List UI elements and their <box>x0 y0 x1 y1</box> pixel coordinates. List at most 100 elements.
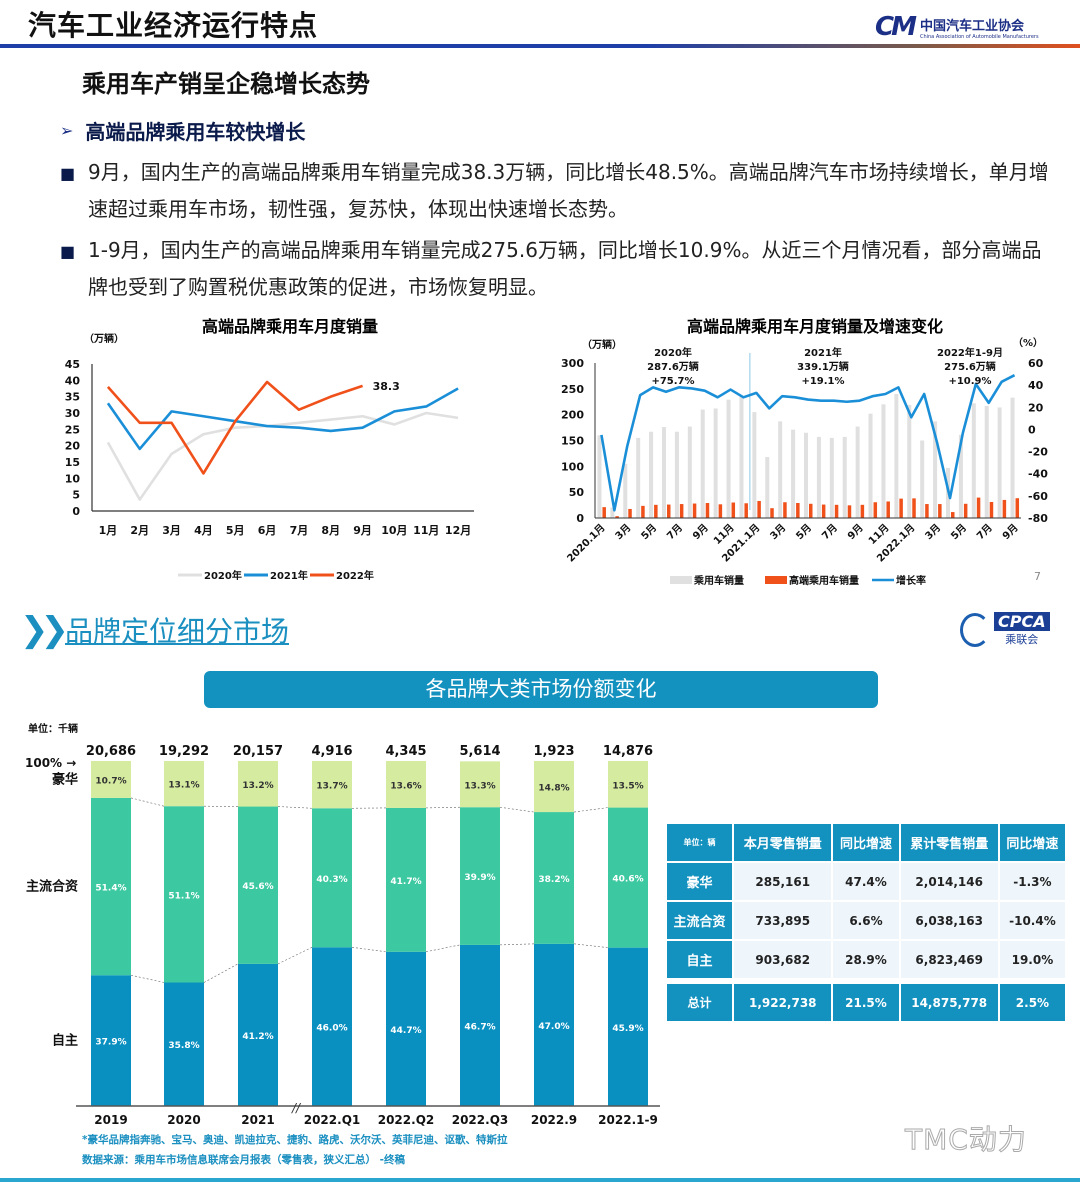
y-tick-label: 5 <box>72 489 80 502</box>
caam-logo-cn: 中国汽车工业协会 <box>919 18 1024 34</box>
bullet-text: 1-9月，国内生产的高端品牌乘用车销量完成275.6万辆，同比增长10.9%。从… <box>88 238 1042 299</box>
bar-premium-sales <box>912 498 916 518</box>
y-tick-label: 150 <box>561 435 584 448</box>
segment-label: 45.9% <box>612 1024 643 1034</box>
table-header-row: 单位：辆 本月零售销量 同比增速 累计零售销量 同比增速 <box>666 823 1066 862</box>
section1-heading-text: 高端品牌乘用车较快增长 <box>85 120 306 144</box>
connector-line <box>277 947 313 965</box>
y2-tick-label: -20 <box>1028 446 1048 459</box>
bar-premium-sales <box>602 507 606 518</box>
y-tick-label: 250 <box>561 383 584 396</box>
table-cell: 6,038,163 <box>899 901 999 940</box>
chart2-y2label: （%） <box>1013 336 1043 349</box>
x-tick-label: 5月 <box>226 524 245 537</box>
x-tick-label: 5月 <box>949 522 969 542</box>
table-cell: 47.4% <box>832 862 900 901</box>
segment-label: 35.8% <box>168 1041 199 1051</box>
bar-premium-sales <box>809 503 813 518</box>
segment-label: 40.6% <box>612 875 643 885</box>
bar-passenger-car-sales <box>791 429 796 518</box>
bullet-point: ■ 1-9月，国内生产的高端品牌乘用车销量完成275.6万辆，同比增长10.9%… <box>60 232 1050 306</box>
x-tick-label: 2021 <box>241 1113 274 1127</box>
table-header-cell: 本月零售销量 <box>733 823 833 862</box>
y2-tick-label: 0 <box>1028 423 1036 436</box>
bar-passenger-car-sales <box>855 426 860 518</box>
bar-premium-sales <box>744 503 748 518</box>
bar-premium-sales <box>989 501 994 518</box>
connector-line <box>130 974 165 983</box>
segment-label: 41.7% <box>390 877 421 887</box>
chart2-title: 高端品牌乘用车月度销量及增速变化 <box>687 317 943 336</box>
x-tick-label: 2020.1月 <box>565 522 608 565</box>
cpca-logo-en: CPCA <box>994 612 1050 631</box>
table-cell: 6.6% <box>832 901 900 940</box>
segment-label: 51.4% <box>95 884 126 894</box>
bar-passenger-car-sales <box>687 426 692 518</box>
table-cell: 6,823,469 <box>899 940 999 979</box>
x-tick-label: 2022.Q2 <box>378 1113 435 1127</box>
segment-label: 13.5% <box>612 781 643 791</box>
connector-line <box>351 947 387 953</box>
period-annotation: +10.9% <box>948 376 991 387</box>
watermark: TMC动力 <box>905 1123 1027 1157</box>
bar-premium-sales <box>770 508 774 518</box>
legend-swatch <box>765 576 787 584</box>
table-row: 自主 903,682 28.9% 6,823,469 19.0% <box>666 940 1066 979</box>
period-annotation: 287.6万辆 <box>647 360 699 373</box>
page-header-title: 汽车工业经济运行特点 <box>28 9 319 42</box>
table-cell: 2.5% <box>998 983 1066 1022</box>
x-tick-label: 12月 <box>445 524 471 537</box>
bar-passenger-car-sales <box>674 431 679 518</box>
arrow-bullet-icon: ➢ <box>60 121 74 140</box>
x-tick-label: 1月 <box>99 524 118 537</box>
bar-passenger-car-sales <box>713 408 718 518</box>
x-tick-label: 2022.1-9 <box>598 1113 658 1127</box>
section2-heading-link[interactable]: 品牌定位细分市场 <box>65 610 289 650</box>
connector-line <box>573 943 609 948</box>
x-tick-label: 7月 <box>665 522 685 542</box>
x-tick-label: 2022.Q3 <box>452 1113 509 1127</box>
legend-label: 2020年 <box>204 569 242 582</box>
y-tick-label: 50 <box>569 486 585 499</box>
period-annotation: 2020年 <box>654 346 692 359</box>
legend-label: 高端乘用车销量 <box>789 574 859 587</box>
section2-heading: ❯❯ 品牌定位细分市场 <box>20 610 289 650</box>
bar-passenger-car-sales <box>700 409 705 518</box>
square-bullet-icon: ■ <box>60 242 76 261</box>
y-tick-label: 20 <box>65 440 81 453</box>
table-header-cell: 同比增速 <box>832 823 900 862</box>
chart1-title: 高端品牌乘用车月度销量 <box>202 317 378 336</box>
legend-label: 2021年 <box>270 569 308 582</box>
data-label: 38.3 <box>373 380 400 393</box>
total-label: 4,916 <box>311 744 352 759</box>
bar-passenger-car-sales <box>816 436 821 518</box>
page-number: 7 <box>1034 570 1041 583</box>
bar-passenger-car-sales <box>752 412 757 518</box>
y2-tick-label: -60 <box>1028 490 1048 503</box>
y-tick-label: 30 <box>65 407 81 420</box>
y2-tick-label: 20 <box>1028 401 1044 414</box>
data-source-note: 数据来源：乘用车市场信息联席会月报表（零售表，狭义汇总） -终稿 <box>82 1154 406 1166</box>
bar-premium-sales <box>718 504 723 518</box>
x-tick-label: 9月 <box>690 522 710 542</box>
segment-label: 44.7% <box>390 1026 421 1036</box>
segment-label: 13.6% <box>390 781 421 791</box>
total-label: 1,923 <box>533 744 574 759</box>
x-tick-label: 9月 <box>845 522 865 542</box>
total-label: 4,345 <box>385 744 426 759</box>
bar-passenger-car-sales <box>804 432 808 518</box>
segment-label: 41.2% <box>242 1032 273 1042</box>
table-cell: 903,682 <box>733 940 833 979</box>
bar-premium-sales <box>705 503 710 518</box>
table-cell: 1,922,738 <box>733 983 833 1022</box>
x-tick-label: 2022.9 <box>531 1113 577 1127</box>
segment-label: 13.1% <box>168 781 199 791</box>
y-tick-label: 45 <box>65 358 80 371</box>
bar-premium-sales <box>757 500 761 518</box>
total-label: 19,292 <box>159 744 209 759</box>
cpca-swirl-icon <box>960 612 990 647</box>
connector-line <box>573 807 609 813</box>
y-tick-label: 35 <box>65 391 80 404</box>
bar-passenger-car-sales <box>907 404 912 518</box>
bar-passenger-car-sales <box>971 403 976 518</box>
